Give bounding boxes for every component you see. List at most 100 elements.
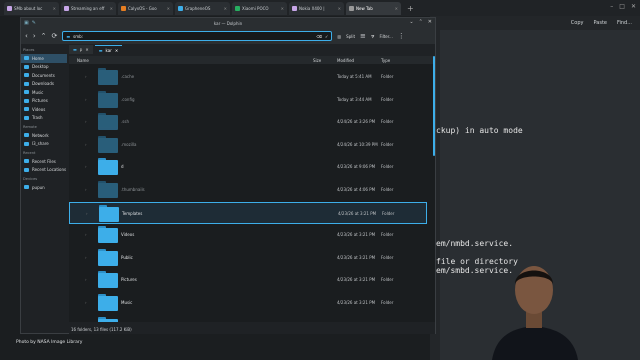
close-tab-icon[interactable]: ✕ bbox=[338, 6, 341, 11]
browser-tab[interactable]: GrapheneOS ✕ bbox=[175, 1, 230, 15]
hamburger-icon[interactable]: ⋮ bbox=[398, 32, 405, 40]
close-icon[interactable]: ✕ bbox=[115, 48, 118, 53]
file-row[interactable]: ›Downloads4/23/26 at 3:21 PMFolder bbox=[69, 315, 427, 322]
close-tab-icon[interactable]: ✕ bbox=[224, 6, 227, 11]
terminal-line: em/nmbd.service. bbox=[436, 239, 514, 248]
location-text: smb: bbox=[73, 33, 84, 39]
expand-arrow-icon[interactable]: › bbox=[85, 119, 87, 124]
close-icon[interactable]: ✕ bbox=[631, 3, 636, 10]
file-row[interactable]: › d 4/23/26 at 9:06 PM Folder bbox=[69, 156, 427, 178]
tab-kar[interactable]: ▬ kar ✕ bbox=[94, 45, 123, 54]
places-item[interactable]: Downloads bbox=[21, 80, 67, 89]
file-row[interactable]: › Public 4/23/26 at 3:21 PM Folder bbox=[69, 247, 427, 269]
close-tab-icon[interactable]: ✕ bbox=[395, 6, 398, 11]
file-row[interactable]: › .config Today at 3:44 AM Folder bbox=[69, 89, 427, 111]
photo-credit-link[interactable]: Photo by NASA Image Library bbox=[16, 340, 82, 345]
places-item[interactable]: Recent Locations bbox=[21, 166, 67, 175]
places-item[interactable]: Desktop bbox=[21, 63, 67, 72]
file-name: Pictures bbox=[121, 277, 137, 283]
places-section-header: Devices bbox=[23, 177, 38, 181]
expand-arrow-icon[interactable]: › bbox=[85, 300, 87, 305]
up-icon[interactable]: ⌃ bbox=[41, 32, 47, 40]
browser-tab[interactable]: SMb about loc ✕ bbox=[4, 1, 59, 15]
confirm-icon[interactable]: ✓ bbox=[325, 34, 328, 39]
location-bar[interactable]: ▬ smb: ⌫ ✓ bbox=[62, 31, 333, 41]
expand-arrow-icon[interactable]: › bbox=[85, 142, 87, 147]
browser-tab[interactable]: CalyxOS - Goo ✕ bbox=[118, 1, 173, 15]
folder-icon: ▬ bbox=[73, 47, 77, 52]
find-button[interactable]: Find... bbox=[617, 20, 632, 26]
expand-arrow-icon[interactable]: › bbox=[85, 277, 87, 282]
places-item-label: Recent Files bbox=[32, 158, 56, 164]
maximize-icon[interactable]: □ bbox=[619, 3, 625, 10]
back-icon[interactable]: ‹ bbox=[25, 32, 28, 40]
column-type[interactable]: Type bbox=[381, 58, 390, 63]
split-button[interactable]: Split bbox=[346, 34, 355, 39]
browser-tab[interactable]: Streaming an eff ✕ bbox=[61, 1, 116, 15]
folder-icon bbox=[98, 316, 118, 322]
copy-button[interactable]: Copy bbox=[571, 20, 584, 26]
places-item[interactable]: Trash bbox=[21, 114, 67, 123]
close-tab-icon[interactable]: ✕ bbox=[281, 6, 284, 11]
refresh-icon[interactable]: ⟳ bbox=[52, 32, 58, 40]
file-type: Folder bbox=[382, 210, 395, 216]
browser-tab[interactable]: Nokia X400 | ✕ bbox=[289, 1, 344, 15]
places-item[interactable]: Videos bbox=[21, 105, 67, 114]
folder-icon bbox=[98, 90, 118, 108]
expand-arrow-icon[interactable]: › bbox=[85, 97, 87, 102]
column-size[interactable]: Size bbox=[313, 58, 321, 63]
close-tab-icon[interactable]: ✕ bbox=[53, 6, 56, 11]
expand-arrow-icon[interactable]: › bbox=[85, 74, 87, 79]
expand-arrow-icon[interactable]: › bbox=[85, 255, 87, 260]
close-icon[interactable]: ✕ bbox=[428, 19, 432, 25]
folder-icon bbox=[98, 135, 118, 153]
column-name[interactable]: Name bbox=[77, 58, 89, 63]
new-tab-button[interactable]: + bbox=[407, 4, 414, 13]
file-row[interactable]: › .ssh 4/24/26 at 3:26 PM Folder bbox=[69, 111, 427, 133]
paste-button[interactable]: Paste bbox=[593, 20, 607, 26]
close-icon[interactable]: ✕ bbox=[85, 47, 88, 52]
places-item[interactable]: Music bbox=[21, 88, 67, 97]
maximize-icon[interactable]: ⌃ bbox=[419, 19, 423, 25]
place-icon bbox=[24, 167, 29, 172]
file-row[interactable]: › .mozilla 4/24/26 at 10:39 PM Folder bbox=[69, 134, 427, 156]
file-row[interactable]: › .cache Today at 5:41 AM Folder bbox=[69, 66, 427, 88]
pin-icon[interactable]: ✎ bbox=[32, 20, 36, 26]
minimize-icon[interactable]: ⌄ bbox=[409, 19, 413, 25]
close-tab-icon[interactable]: ✕ bbox=[167, 6, 170, 11]
file-row[interactable]: › Music 4/23/26 at 3:21 PM Folder bbox=[69, 292, 427, 314]
expand-arrow-icon[interactable]: › bbox=[86, 211, 88, 216]
places-item[interactable]: l3_share bbox=[21, 140, 67, 149]
file-type: Folder bbox=[381, 254, 394, 260]
forward-icon[interactable]: › bbox=[33, 32, 36, 40]
file-row[interactable]: › Templates 4/23/26 at 3:21 PM Folder bbox=[69, 201, 427, 224]
places-item[interactable]: Pictures bbox=[21, 97, 67, 106]
filter-button[interactable]: Filter... bbox=[379, 34, 392, 39]
file-row[interactable]: › Videos 4/23/26 at 3:21 PM Folder bbox=[69, 224, 427, 246]
folder-icon bbox=[98, 294, 118, 311]
places-item[interactable]: Documents bbox=[21, 71, 67, 80]
close-tab-icon[interactable]: ✕ bbox=[110, 6, 113, 11]
tab-p[interactable]: ▬ p ✕ bbox=[69, 45, 93, 54]
status-bar: 16 folders, 13 files (117.2 KiB) bbox=[69, 324, 435, 334]
browser-tab[interactable]: New Tab ✕ bbox=[346, 1, 401, 15]
expand-arrow-icon[interactable]: › bbox=[85, 187, 87, 192]
place-icon bbox=[24, 98, 29, 103]
clear-icon[interactable]: ⌫ bbox=[316, 34, 322, 39]
menu-icon[interactable]: ≡ bbox=[360, 32, 366, 40]
places-item[interactable]: Recent Files bbox=[21, 157, 67, 166]
minimize-icon[interactable]: – bbox=[610, 3, 613, 10]
file-row[interactable]: › .thumbnails 4/23/26 at 4:06 PM Folder bbox=[69, 179, 427, 201]
scrollbar[interactable] bbox=[433, 56, 435, 156]
expand-arrow-icon[interactable]: › bbox=[85, 164, 87, 169]
expand-arrow-icon[interactable]: › bbox=[85, 232, 87, 237]
places-item[interactable]: Network bbox=[21, 131, 67, 140]
browser-tab-strip: SMb about loc ✕ Streaming an eff ✕ CalyxOS -… bbox=[0, 0, 640, 16]
places-item[interactable]: Home bbox=[21, 54, 67, 63]
places-item[interactable]: pupun bbox=[21, 183, 67, 192]
browser-tab-label: GrapheneOS bbox=[185, 5, 211, 11]
browser-tab[interactable]: Xiaomi POCO ✕ bbox=[232, 1, 287, 15]
file-row[interactable]: › Pictures 4/23/26 at 3:21 PM Folder bbox=[69, 269, 427, 291]
column-modified[interactable]: Modified bbox=[337, 58, 354, 63]
favicon-icon bbox=[64, 5, 69, 11]
